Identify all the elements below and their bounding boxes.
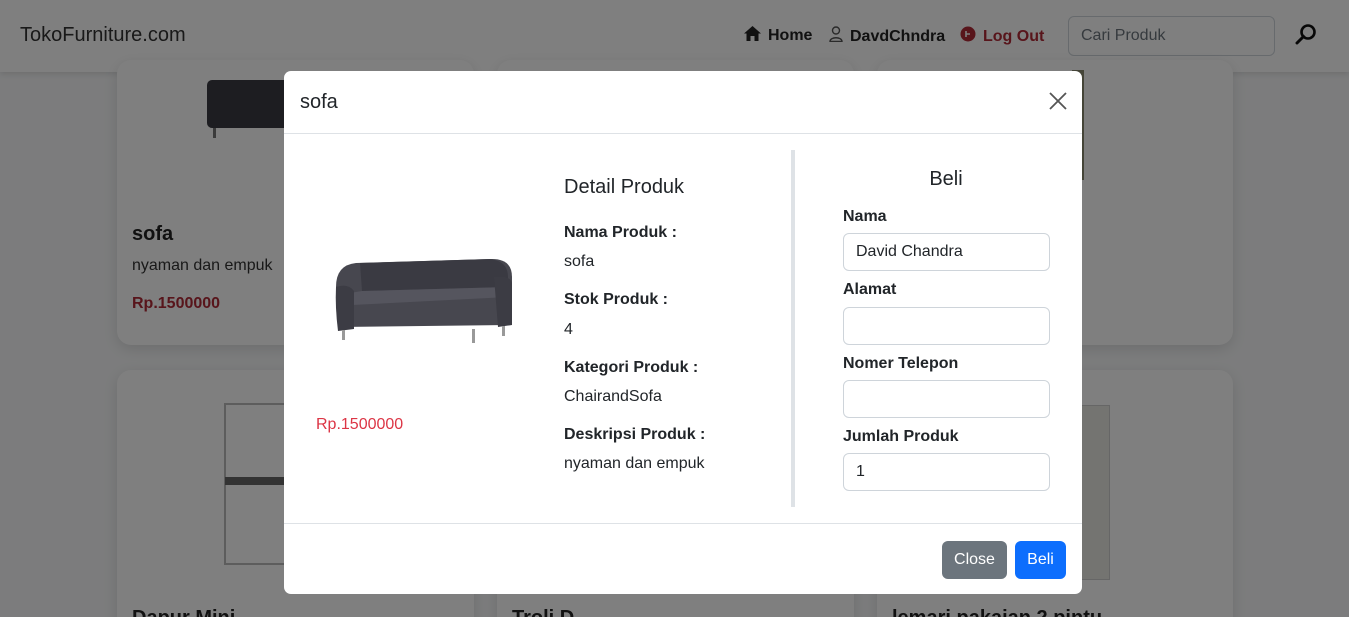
detail-value-category: ChairandSofa [564, 388, 662, 405]
field-label-telepon: Nomer Telepon [843, 355, 959, 372]
detail-label-description: Deskripsi Produk : [564, 426, 706, 443]
field-label-nama: Nama [843, 208, 887, 225]
alamat-input[interactable] [843, 307, 1050, 345]
modal-title: sofa [300, 91, 338, 113]
telepon-input[interactable] [843, 380, 1050, 418]
nama-input[interactable] [843, 233, 1050, 271]
modal-header: sofa [284, 71, 1082, 134]
detail-value-description: nyaman dan empuk [564, 455, 705, 472]
detail-label-name: Nama Produk : [564, 224, 677, 241]
detail-value-stock: 4 [564, 321, 573, 338]
close-icon [1048, 91, 1068, 116]
product-image [335, 259, 512, 343]
form-heading: Beli [929, 168, 963, 190]
detail-heading: Detail Produk [564, 176, 685, 198]
detail-label-category: Kategori Produk : [564, 359, 699, 376]
jumlah-input[interactable] [843, 453, 1050, 491]
detail-value-name: sofa [564, 253, 595, 270]
detail-label-stock: Stok Produk : [564, 291, 669, 308]
field-label-jumlah: Jumlah Produk [843, 428, 959, 445]
beli-button[interactable]: Beli [1015, 541, 1066, 579]
vertical-divider [791, 150, 795, 507]
field-label-alamat: Alamat [843, 281, 897, 298]
modal-footer: Close Beli [284, 523, 1082, 594]
close-icon-button[interactable] [1044, 89, 1072, 117]
product-modal: sofa Rp.1500000 Detail Produk Nama Produ… [284, 71, 1082, 594]
close-button[interactable]: Close [942, 541, 1007, 579]
modal-price: Rp.1500000 [316, 416, 404, 433]
